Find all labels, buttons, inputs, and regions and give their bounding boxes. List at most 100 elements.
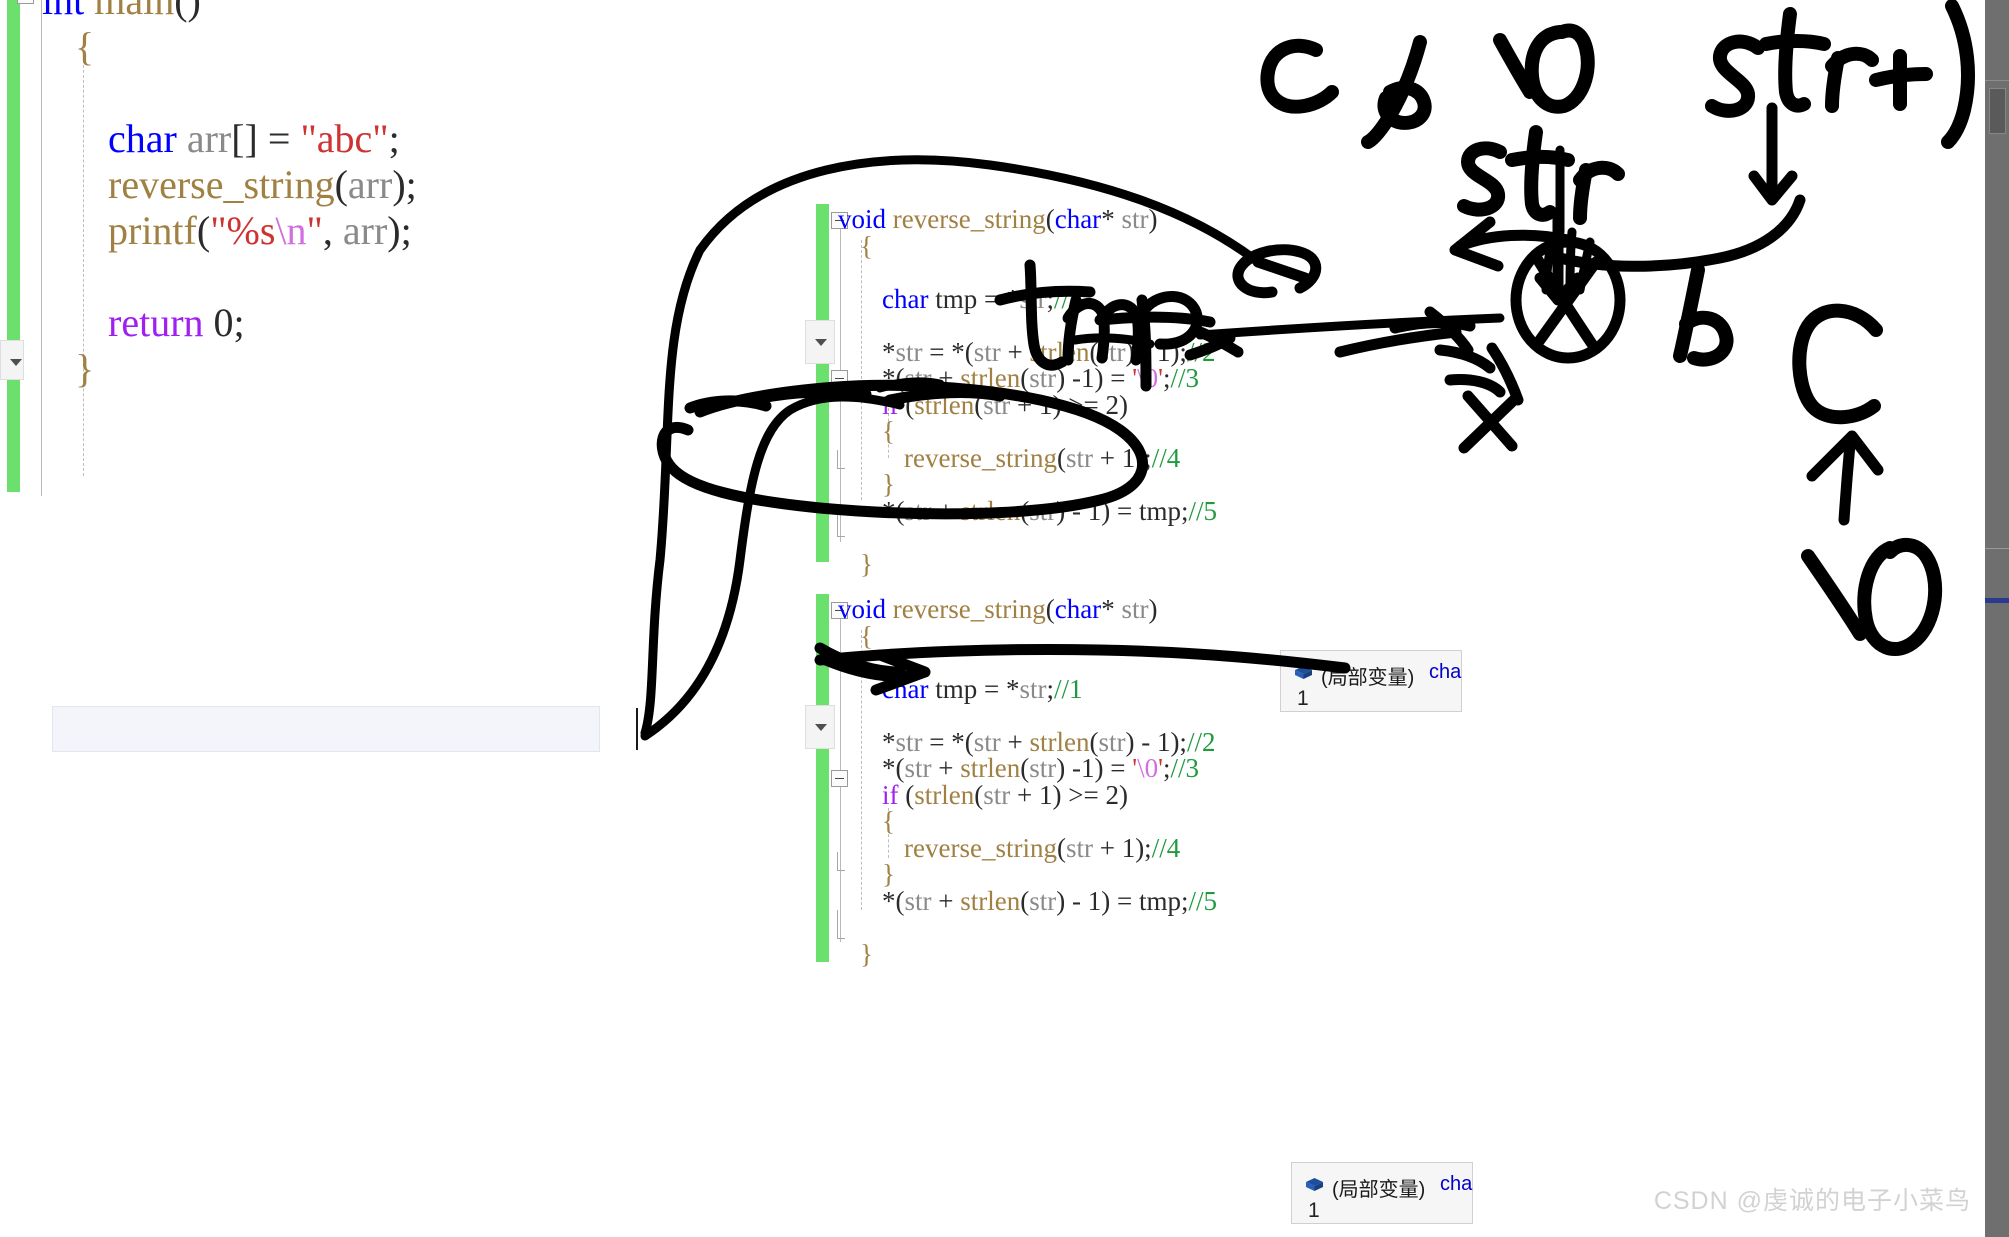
code-line[interactable]: void reverse_string(char* str) — [838, 206, 1157, 233]
code-token: str — [1098, 336, 1126, 367]
scrollbar-top-segment[interactable] — [1985, 0, 2009, 81]
quickinfo-label-top: (局部变量) — [1321, 667, 1415, 689]
code-token: str — [1121, 204, 1149, 234]
code-token: ( — [1056, 442, 1066, 473]
top-pane-scroll-thumb[interactable] — [805, 320, 835, 364]
top-pane-change-bar — [816, 204, 829, 562]
code-line[interactable]: char tmp = *str;//1 — [838, 283, 1083, 314]
bottom-pane-change-bar — [816, 594, 829, 962]
code-token: str — [895, 726, 923, 757]
code-token: *( — [882, 495, 905, 526]
code-token: ( — [905, 779, 915, 810]
code-token: arr — [347, 162, 393, 207]
code-token: 1 — [1080, 753, 1095, 783]
code-line[interactable] — [838, 259, 889, 286]
code-token: 1 — [1087, 495, 1102, 526]
code-token: ( — [974, 779, 984, 810]
code-token: str — [1065, 832, 1093, 863]
code-token: ) = — [1094, 363, 1133, 393]
bottom-pane-scroll-thumb[interactable] — [805, 705, 835, 749]
scrollbar-thumb[interactable] — [1989, 88, 2006, 134]
code-line[interactable]: } — [838, 938, 873, 969]
code-line[interactable]: char tmp = *str;//1 — [838, 673, 1083, 704]
code-line[interactable]: } — [42, 346, 94, 392]
code-token: "%s — [210, 208, 276, 253]
code-line[interactable]: reverse_string(arr); — [42, 162, 417, 208]
code-token: //5 — [1188, 885, 1217, 916]
code-token: * — [1101, 204, 1122, 234]
code-line[interactable]: } — [838, 550, 873, 577]
code-token: strlen — [1029, 726, 1090, 757]
code-token: reverse_string — [904, 832, 1057, 863]
reverse-string-pane-bottom[interactable]: void reverse_string(char* str){ char tmp… — [800, 590, 1440, 970]
code-line[interactable]: reverse_string(str + 1);//4 — [838, 832, 1181, 863]
window-vertical-scrollbar[interactable] — [1985, 0, 2009, 1237]
code-token: char — [1054, 594, 1102, 624]
code-line[interactable]: *(str + strlen(str) - 1) = tmp;//5 — [838, 885, 1217, 916]
code-line[interactable]: { — [838, 808, 895, 835]
code-token: * — [882, 336, 896, 367]
code-line[interactable]: *str = *(str + strlen(str) - 1);//2 — [838, 726, 1215, 757]
code-token: str — [1019, 673, 1047, 704]
code-token: str — [895, 336, 923, 367]
code-token: ) — [1148, 204, 1158, 234]
code-line[interactable] — [838, 524, 889, 551]
code-line[interactable]: void reverse_string(char* str) — [838, 596, 1157, 623]
code-token: //3 — [1170, 363, 1199, 393]
code-token: ) = — [1101, 885, 1139, 916]
code-line[interactable]: *str = *(str + strlen(str) - 1);//2 — [838, 336, 1215, 367]
reverse-string-pane-top[interactable]: void reverse_string(char* str){ char tmp… — [800, 200, 1440, 577]
code-token: * — [1101, 594, 1122, 624]
code-line[interactable]: *(str + strlen(str) - 1) = tmp;//5 — [838, 495, 1217, 526]
code-token: strlen — [960, 753, 1021, 783]
left-scroll-thumb[interactable] — [0, 340, 24, 380]
code-line[interactable]: } — [838, 861, 895, 888]
quickinfo-value-bottom: 1 — [1308, 1199, 1320, 1222]
code-line[interactable]: if (strlen(str + 1) >= 2) — [838, 389, 1128, 420]
code-token: { — [882, 416, 895, 446]
code-line[interactable]: } — [838, 471, 895, 498]
code-line[interactable] — [838, 312, 889, 339]
code-token: reverse_string — [892, 594, 1046, 624]
code-line[interactable] — [42, 254, 118, 300]
code-token: strlen — [914, 389, 975, 420]
code-line[interactable] — [838, 702, 889, 729]
code-line[interactable]: { — [838, 622, 873, 649]
code-line[interactable] — [838, 649, 889, 676]
quickinfo-value-top: 1 — [1297, 687, 1309, 710]
code-token: //1 — [1053, 673, 1083, 704]
code-token: ) - — [1125, 726, 1157, 757]
code-line[interactable]: char arr[] = "abc"; — [42, 116, 400, 162]
code-line[interactable]: { — [838, 418, 895, 445]
code-line[interactable]: *(str + strlen(str) -1) = '\0';//3 — [838, 755, 1199, 782]
code-token: 2 — [1105, 389, 1119, 420]
code-token: arr — [186, 116, 232, 161]
code-token: str — [1098, 726, 1126, 757]
code-token: *( — [882, 753, 905, 783]
code-token: if — [882, 779, 906, 810]
code-token: char — [1054, 204, 1102, 234]
code-line[interactable] — [838, 914, 889, 941]
code-token: } — [860, 938, 873, 969]
code-line[interactable]: if (strlen(str + 1) >= 2) — [838, 779, 1128, 810]
code-line[interactable]: return 0; — [42, 300, 245, 346]
code-line[interactable]: { — [838, 232, 873, 259]
code-token: char — [882, 283, 936, 314]
code-line[interactable]: *(str + strlen(str) -1) = '\0';//3 — [838, 365, 1199, 392]
main-function-editor-pane[interactable]: int main(){ char arr[] = "abc"; reverse_s… — [0, 0, 780, 752]
code-token: //4 — [1151, 442, 1181, 473]
code-token: //4 — [1151, 832, 1181, 863]
code-line[interactable]: reverse_string(str + 1);//4 — [838, 442, 1181, 473]
code-token: str — [1029, 753, 1057, 783]
code-token: ) - — [1056, 363, 1081, 393]
code-token: ) — [1148, 594, 1158, 624]
code-token: ); — [387, 208, 412, 253]
code-line[interactable]: { — [42, 24, 94, 70]
code-line[interactable]: int main() — [42, 0, 201, 24]
code-line[interactable] — [42, 70, 118, 116]
code-token: void — [838, 594, 893, 624]
code-token: int — [42, 0, 95, 23]
code-token: strlen — [960, 495, 1021, 526]
left-fold-toggle[interactable] — [17, 0, 34, 4]
code-line[interactable]: printf("%s\n", arr); — [42, 208, 412, 254]
